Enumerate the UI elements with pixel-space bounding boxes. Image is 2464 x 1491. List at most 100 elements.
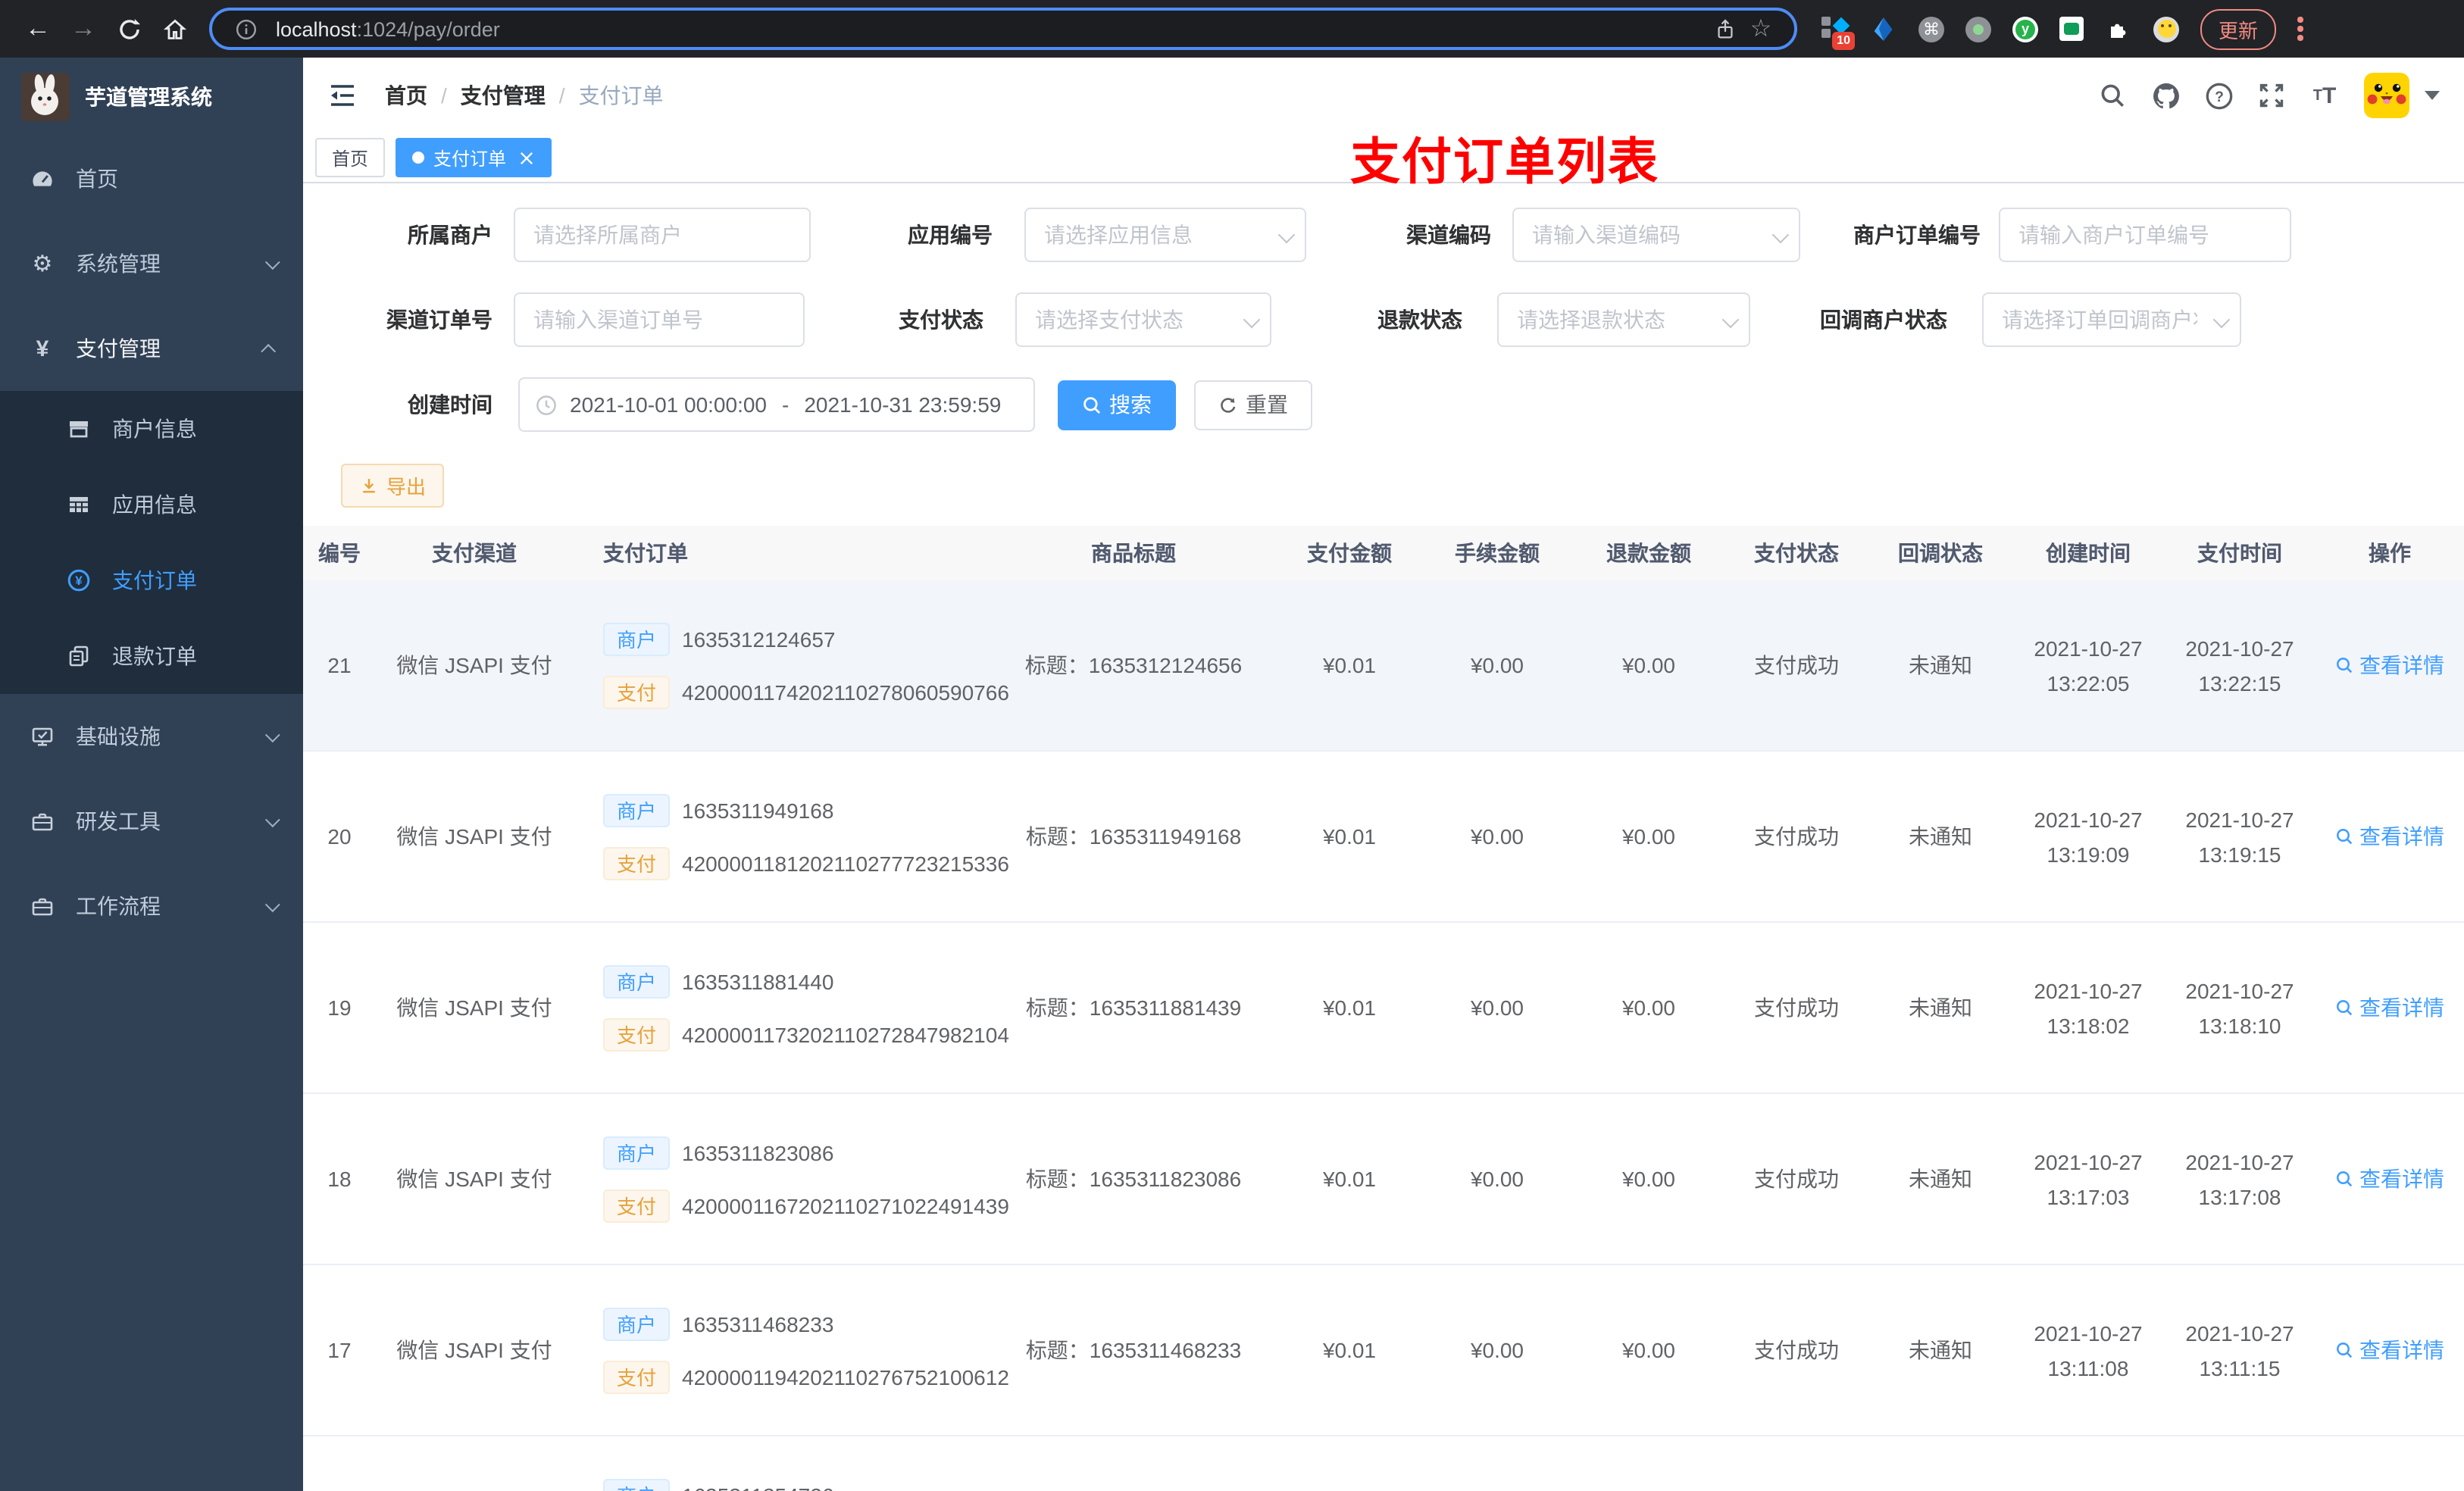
pay-status: 支付成功	[1754, 1338, 1839, 1362]
sidebar-item-payment[interactable]: ¥ 支付管理	[0, 306, 303, 391]
pay-date: 2021-10-27	[2185, 636, 2294, 660]
channel-code-select-input[interactable]	[1512, 208, 1800, 262]
filter-label: 支付状态	[899, 308, 983, 332]
search-icon[interactable]	[2097, 80, 2128, 111]
fullscreen-icon[interactable]	[2256, 80, 2287, 111]
tab-home[interactable]: 首页	[315, 138, 386, 177]
reset-button[interactable]: 重置	[1194, 380, 1312, 430]
sidebar-item-dev-tools[interactable]: 研发工具	[0, 779, 303, 864]
view-detail-label: 查看详情	[2359, 824, 2444, 849]
merchant-select-input[interactable]	[514, 208, 811, 262]
channel-order-no-input[interactable]	[514, 292, 805, 347]
browser-forward-icon[interactable]: →	[61, 6, 106, 52]
close-icon[interactable]	[517, 148, 535, 167]
pay-status-select-input[interactable]	[1015, 292, 1271, 347]
sidebar-fold-icon[interactable]	[327, 79, 361, 112]
pay-channel: 微信 JSAPI 支付	[396, 1338, 552, 1362]
pay-tag: 支付	[603, 846, 671, 880]
refund-amount: ¥0.00	[1621, 653, 1676, 677]
browser-update-button[interactable]: 更新	[2200, 8, 2277, 49]
toolbox-icon	[30, 809, 55, 833]
view-detail-link[interactable]: 查看详情	[2335, 992, 2444, 1023]
sidebar-item-home[interactable]: 首页	[0, 136, 303, 221]
pay-time: 13:18:10	[2198, 1013, 2281, 1037]
fee-amount: ¥0.00	[1470, 653, 1524, 677]
search-icon	[2337, 1171, 2353, 1187]
notify-status-select-input[interactable]	[1982, 292, 2241, 347]
product-title: 标题：1635312124656	[1024, 653, 1243, 677]
filter-label: 渠道编码	[1406, 223, 1491, 247]
site-info-icon[interactable]	[227, 11, 264, 47]
merchant-order-no-input[interactable]	[1999, 208, 2291, 262]
table-row[interactable]: 18 微信 JSAPI 支付 商户 1635311823086 支付 4200001…	[303, 1094, 2464, 1265]
browser-back-icon[interactable]: ←	[15, 6, 61, 52]
browser-reload-icon[interactable]	[106, 6, 152, 52]
yen-icon: ¥	[36, 336, 49, 361]
view-detail-link[interactable]: 查看详情	[2335, 650, 2444, 680]
font-size-icon[interactable]: TT	[2309, 80, 2340, 111]
table-row[interactable]: 21 微信 JSAPI 支付 商户 1635312124657 支付 4200001…	[303, 580, 2464, 752]
help-icon[interactable]: ?	[2203, 80, 2234, 111]
document-copy-icon	[67, 644, 91, 668]
view-detail-link[interactable]: 查看详情	[2335, 821, 2444, 852]
sidebar-item-refund-order[interactable]: 退款订单	[0, 618, 303, 694]
create-time-range-picker[interactable]: 2021-10-01 00:00:00 - 2021-10-31 23:59:5…	[518, 377, 1035, 432]
pay-amount: ¥0.01	[1322, 996, 1377, 1020]
sidebar-item-pay-order[interactable]: ¥ 支付订单	[0, 542, 303, 618]
bookmark-star-icon[interactable]: ☆	[1743, 11, 1779, 47]
table-row[interactable]: 17 微信 JSAPI 支付 商户 1635311468233 支付 4200001…	[303, 1265, 2464, 1436]
pay-tag: 支付	[603, 1189, 671, 1222]
url-text[interactable]: localhost:1024/pay/order	[276, 17, 1706, 40]
sidebar: 芋道管理系统 首页 ⚙ 系统管理 ¥ 支付管理 商户信息 应用信息 ¥ 支付订单…	[0, 58, 303, 1491]
avatar-caret-icon[interactable]	[2425, 91, 2440, 100]
create-date: 2021-10-27	[2034, 636, 2143, 660]
app-select-input[interactable]	[1024, 208, 1306, 262]
merchant-tag: 商户	[603, 1136, 671, 1169]
pay-date: 2021-10-27	[2185, 1149, 2294, 1174]
url-bar[interactable]: localhost:1024/pay/order ☆	[209, 8, 1797, 50]
svg-text:?: ?	[2214, 89, 2223, 105]
refund-amount: ¥0.00	[1621, 996, 1676, 1020]
filter-label: 退款状态	[1377, 308, 1462, 332]
extensions-puzzle-icon[interactable]	[2105, 15, 2132, 42]
sidebar-item-workflow[interactable]: 工作流程	[0, 864, 303, 949]
extension-diamond-icon[interactable]: 10	[1821, 15, 1855, 50]
export-button[interactable]: 导出	[341, 464, 445, 508]
download-icon	[363, 479, 375, 493]
pay-tag: 支付	[603, 1017, 671, 1051]
view-detail-link[interactable]: 查看详情	[2335, 1335, 2444, 1365]
extension-kite-icon[interactable]	[1870, 15, 1897, 42]
active-tab-dot	[412, 152, 425, 164]
extension-record-icon[interactable]	[1965, 16, 1991, 42]
github-icon[interactable]	[2150, 80, 2181, 111]
column-header: 支付金额	[1307, 541, 1392, 565]
product-title: 标题：1635311468233	[1025, 1338, 1242, 1362]
sidebar-item-app-info[interactable]: 应用信息	[0, 467, 303, 542]
browser-menu-icon[interactable]	[2291, 11, 2309, 47]
date-start-value: 2021-10-01 00:00:00	[570, 392, 767, 417]
table-row[interactable]: 19 微信 JSAPI 支付 商户 1635311881440 支付 4200001…	[303, 923, 2464, 1094]
table-row[interactable]: 商户1635311354726 支付	[303, 1436, 2464, 1491]
extension-command-icon[interactable]: ⌘	[1918, 16, 1944, 42]
share-icon[interactable]	[1706, 11, 1743, 47]
sidebar-item-merchant-info[interactable]: 商户信息	[0, 391, 303, 467]
refund-status-select-input[interactable]	[1497, 292, 1750, 347]
table-row[interactable]: 20 微信 JSAPI 支付 商户 1635311949168 支付 4200001…	[303, 752, 2464, 923]
search-button[interactable]: 搜索	[1058, 380, 1176, 430]
fee-amount: ¥0.00	[1470, 996, 1524, 1020]
profile-emoji-icon[interactable]	[2153, 16, 2179, 42]
app-logo-row[interactable]: 芋道管理系统	[0, 58, 303, 136]
extension-y-icon[interactable]: y	[2012, 16, 2038, 42]
view-detail-link[interactable]: 查看详情	[2335, 1164, 2444, 1194]
sidebar-item-infrastructure[interactable]: 基础设施	[0, 694, 303, 779]
notify-status: 未通知	[1909, 824, 1972, 849]
user-avatar[interactable]	[2364, 73, 2409, 118]
extension-chat-icon[interactable]	[2059, 17, 2084, 41]
browser-home-icon[interactable]	[152, 6, 197, 52]
sidebar-item-system[interactable]: ⚙ 系统管理	[0, 221, 303, 306]
breadcrumb-payment[interactable]: 支付管理	[461, 80, 546, 111]
pay-time: 13:17:08	[2198, 1184, 2281, 1208]
breadcrumb-home[interactable]: 首页	[385, 80, 427, 111]
tab-pay-order[interactable]: 支付订单	[396, 138, 552, 177]
filter-label: 创建时间	[408, 392, 492, 417]
